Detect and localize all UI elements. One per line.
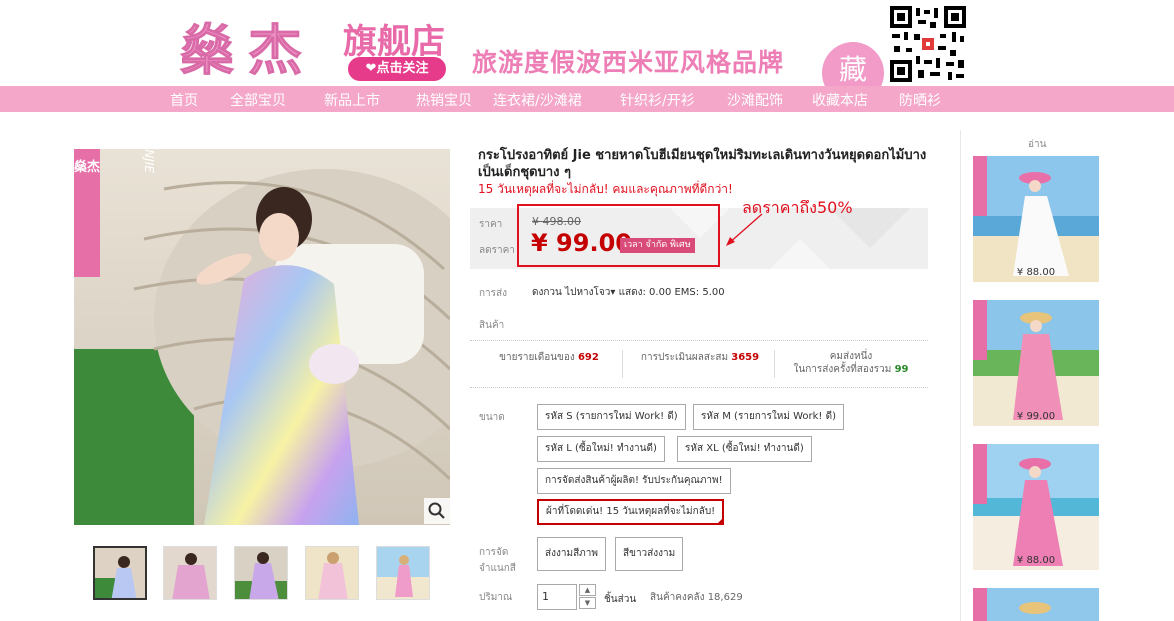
size-option-guarantee[interactable]: การจัดส่งสินค้าผู้ผลิต! รับประกันคุณภาพ! (537, 468, 731, 494)
sidebar-title: อ่าน (1028, 139, 1047, 150)
points-label: คมส่งหนึ่ง (829, 351, 873, 362)
quantity-input[interactable]: 1 (537, 584, 577, 610)
sidebar-product-image[interactable] (973, 300, 1099, 426)
image-brand-latin: SHENJIE (142, 149, 156, 173)
sidebar-divider (960, 130, 961, 621)
points-sublabel: ในการส่งครั้งที่สองรวม (793, 364, 892, 375)
nav-item-home[interactable]: 首页 (170, 90, 198, 110)
product-subtitle: 15 วันเหตุผลที่จะไม่กลับ! คมและคุณภาพที่… (478, 182, 733, 196)
product-thumbnail[interactable] (234, 546, 288, 600)
main-product-image[interactable]: 燊杰 SHENJIE (74, 149, 450, 525)
product-thumbnail[interactable] (93, 546, 147, 600)
price-highlight-box (517, 204, 720, 267)
product-thumbnail[interactable] (163, 546, 217, 600)
image-brand-vertical: 燊杰 (74, 159, 100, 175)
nav-item-beach-accessories[interactable]: 沙滩配饰 (727, 90, 783, 110)
color-label: การจัด จำแนกสี (479, 545, 516, 577)
monthly-sales-label: ขายรายเดือนของ (499, 352, 575, 363)
quantity-increase-button[interactable]: ▲ (579, 584, 596, 596)
color-option-photo[interactable]: ส่งงามสีภาพ (537, 537, 606, 571)
annotation-arrow-icon (726, 213, 763, 246)
divider (470, 340, 928, 341)
points-value: 99 (894, 364, 909, 375)
product-thumbnail[interactable] (305, 546, 359, 600)
store-banner: 燊杰 旗舰店 ❤点击关注 旅游度假波西米亚风格品牌 藏 (0, 0, 1174, 104)
sidebar-product-image[interactable] (973, 156, 1099, 282)
monthly-sales-value: 692 (577, 352, 599, 363)
color-label-line1: การจัด (479, 547, 509, 558)
nav-item-all-products[interactable]: 全部宝贝 (230, 90, 286, 110)
magnifier-icon (428, 502, 445, 519)
review-count-value: 3659 (731, 352, 760, 363)
divider (470, 387, 928, 388)
shipping-label: การส่ง (479, 288, 508, 299)
size-option-xl[interactable]: รหัส XL (ซื้อใหม่! ทำงานดี) (677, 436, 812, 462)
quantity-unit: ชิ้นส่วน (604, 594, 637, 605)
store-nav-bar: 首页 全部宝贝 新品上市 热销宝贝 连衣裙/沙滩裙 针织衫/开衫 沙滩配饰 收藏… (0, 86, 1174, 112)
monthly-sales: ขายรายเดือนของ 692 (494, 350, 604, 365)
sidebar-product-price: ¥ 99.00 (1016, 411, 1056, 422)
size-option-s[interactable]: รหัส S (รายการใหม่ Work! ดี) (537, 404, 686, 430)
quantity-label: ปริมาณ (479, 592, 513, 603)
size-option-selected[interactable]: ผ้าที่โดดเด่น! 15 วันเหตุผลที่จะไม่กลับ! (537, 499, 725, 525)
nav-item-sun-protection[interactable]: 防晒衫 (899, 90, 941, 110)
zoom-button[interactable] (424, 498, 450, 524)
color-label-line2: จำแนกสี (479, 563, 516, 574)
size-option-l[interactable]: รหัส L (ซื้อใหม่! ทำงานดี) (537, 436, 665, 462)
discount-label: ลดราคา (479, 245, 515, 256)
stock-count: สินค้าคงคลัง 18,629 (650, 592, 743, 603)
brand-logo[interactable]: 燊杰 (180, 6, 316, 85)
nav-item-new-arrivals[interactable]: 新品上市 (324, 90, 380, 110)
nav-item-dresses[interactable]: 连衣裙/沙滩裙 (493, 90, 582, 110)
nav-item-best-sellers[interactable]: 热销宝贝 (416, 90, 472, 110)
price-label: ราคา (479, 219, 503, 230)
nav-item-bookmark-store[interactable]: 收藏本店 (812, 90, 868, 110)
product-title: กระโปรงอาทิตย์ Jie ชายหาดโบฮีเมียนชุดใหม… (478, 148, 927, 180)
divider (622, 350, 623, 378)
follow-button[interactable]: ❤点击关注 (348, 57, 446, 81)
shipping-info[interactable]: ดงกวน ไปหางโจว▾ แสดง: 0.00 EMS: 5.00 (532, 285, 725, 300)
size-label: ขนาด (479, 412, 505, 423)
nav-item-knitwear[interactable]: 针织衫/开衫 (620, 90, 695, 110)
size-option-m[interactable]: รหัส M (รายการใหม่ Work! ดี) (693, 404, 844, 430)
qr-code-icon (890, 6, 966, 82)
store-name: 旗舰店 (343, 22, 445, 62)
color-option-white[interactable]: สีขาวส่งงาม (615, 537, 684, 571)
review-count-label: การประเมินผลสะสม (640, 352, 729, 363)
product-thumbnail[interactable] (376, 546, 430, 600)
review-count[interactable]: การประเมินผลสะสม 3659 (638, 350, 762, 365)
sidebar-product-image[interactable] (973, 588, 1099, 621)
product-photo: 燊杰 SHENJIE (74, 149, 450, 525)
product-label: สินค้า (479, 320, 505, 331)
sidebar-product-image[interactable] (973, 444, 1099, 570)
points-info: คมส่งหนึ่ง ในการส่งครั้งที่สองรวม 99 (790, 350, 912, 376)
sidebar-product-price: ¥ 88.00 (1016, 267, 1056, 278)
sidebar-product-price: ¥ 88.00 (1016, 555, 1056, 566)
store-slogan: 旅游度假波西米亚风格品牌 (472, 48, 785, 77)
quantity-decrease-button[interactable]: ▼ (579, 597, 596, 609)
divider (774, 350, 775, 378)
